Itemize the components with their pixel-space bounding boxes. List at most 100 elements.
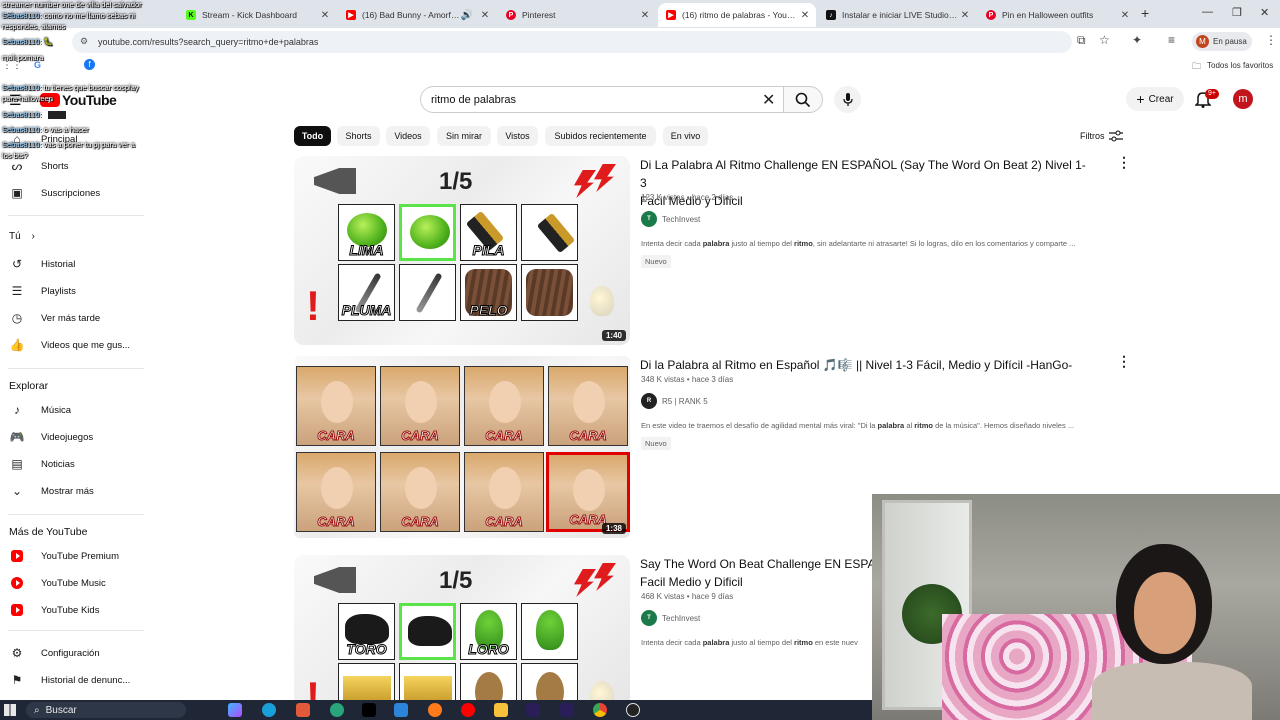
sidebar-item-label: Videos que me gus... — [41, 339, 131, 351]
channel-link[interactable]: R R5 | RANK 5 — [641, 393, 708, 409]
address-bar[interactable]: ⚙ youtube.com/results?search_query=ritmo… — [72, 31, 1072, 53]
profile-button[interactable]: M En pausa — [1192, 32, 1252, 51]
desc-text: En este video te traemos el desafío de a… — [641, 421, 878, 430]
channel-link[interactable]: T TechInvest — [641, 610, 700, 626]
tab-pin-halloween[interactable]: P Pin en Halloween outfits ✕ — [978, 3, 1136, 27]
channel-link[interactable]: T TechInvest — [641, 211, 700, 227]
create-button[interactable]: + Crear — [1126, 87, 1184, 111]
video-thumbnail[interactable]: CARA CARA CARA CARA CARA CARA CARA CARA … — [294, 356, 630, 538]
cast-icon[interactable]: ⧉ — [1077, 33, 1086, 48]
new-tab-button[interactable]: + — [1141, 5, 1149, 21]
chip-vistos[interactable]: Vistos — [497, 126, 538, 146]
close-icon[interactable]: ✕ — [1118, 10, 1132, 21]
firefox-icon[interactable] — [428, 703, 442, 717]
maximize-button[interactable]: ❐ — [1232, 6, 1242, 19]
close-window-button[interactable]: ✕ — [1260, 6, 1269, 19]
clear-search-icon[interactable]: ✕ — [762, 90, 775, 110]
account-avatar[interactable]: m — [1233, 89, 1253, 109]
channel-avatar: T — [641, 211, 657, 227]
search-button[interactable] — [783, 86, 823, 113]
video-thumbnail[interactable]: 1/5 ! LIMA PILA PLUMA PELO 1:40 — [294, 156, 630, 345]
sidebar-item-playlists[interactable]: ☰ Playlists — [0, 278, 145, 304]
video-title[interactable]: Say The Word On Beat Challenge EN ESPAÑO… — [640, 555, 872, 591]
sidebar-item-noticias[interactable]: ▤ Noticias — [0, 451, 145, 477]
more-actions-icon[interactable]: ⋮ — [1117, 154, 1131, 171]
tiktok-icon: ♪ — [826, 10, 836, 20]
search-input[interactable]: ritmo de palabras — [420, 86, 784, 113]
sidebar-item-historial-denuncias[interactable]: ⚑ Historial de denunc... — [0, 667, 145, 693]
chip-videos[interactable]: Videos — [386, 126, 430, 146]
minimize-button[interactable]: — — [1202, 6, 1213, 18]
youtube-app-icon[interactable] — [461, 703, 475, 717]
video-title-line: Say The Word On Beat Challenge EN ESPAÑO… — [640, 557, 872, 571]
sliders-icon — [1108, 130, 1123, 142]
chip-sin-mirar[interactable]: Sin mirar — [437, 126, 491, 146]
sidebar-item-videos-me-gustan[interactable]: 👍 Videos que me gus... — [0, 332, 145, 358]
sidebar-section-tu[interactable]: Tú › — [9, 231, 35, 242]
tab-live-studio[interactable]: ♪ Instalar e iniciar LIVE Studio | C ✕ — [818, 3, 976, 27]
tab-bad-bunny[interactable]: ▶ (16) Bad Bunny - Amorfoda 🔊 ✕ — [338, 3, 496, 27]
card-word: CARA — [317, 514, 356, 530]
media-control-icon[interactable]: ≡ — [1168, 33, 1175, 47]
speaker-icon[interactable]: 🔊 — [460, 10, 474, 21]
close-icon[interactable]: ✕ — [318, 10, 332, 21]
sidebar-item-historial[interactable]: ↺ Historial — [0, 251, 145, 277]
close-icon[interactable]: ✕ — [638, 10, 652, 21]
video-thumbnail[interactable]: 1/5 ! TORO LORO — [294, 555, 630, 700]
after-effects-icon[interactable] — [526, 703, 540, 717]
taskbar-search[interactable]: ⌕ Buscar — [26, 702, 186, 718]
sidebar-item-youtube-premium[interactable]: YouTube Premium — [0, 543, 145, 569]
file-explorer-icon[interactable] — [494, 703, 508, 717]
sidebar-item-configuracion[interactable]: ⚙ Configuración — [0, 640, 145, 666]
chat-nick: Sebas8110 — [2, 140, 40, 149]
chip-shorts[interactable]: Shorts — [337, 126, 380, 146]
thumbs-up-icon: 👍 — [9, 338, 25, 352]
sidebar-item-suscripciones[interactable]: ▣ Suscripciones — [0, 180, 145, 206]
premiere-icon[interactable] — [560, 703, 574, 717]
edge-browser-icon[interactable] — [330, 703, 344, 717]
streamlabs-icon[interactable] — [296, 703, 310, 717]
chrome-icon[interactable] — [593, 703, 607, 717]
all-bookmarks-link[interactable]: Todos los favoritos — [1207, 61, 1273, 70]
tab-kick-dashboard[interactable]: K Stream - Kick Dashboard ✕ — [178, 3, 336, 27]
sidebar-item-youtube-kids[interactable]: YouTube Kids — [0, 597, 145, 623]
windows-start-icon[interactable] — [4, 704, 16, 716]
chat-message: Sebas8110: 🐛 — [2, 37, 53, 46]
chat-nick: Sebas8110 — [2, 37, 40, 46]
url-text: youtube.com/results?search_query=ritmo+d… — [98, 37, 319, 47]
create-label: Crear — [1148, 93, 1174, 105]
close-icon[interactable]: ✕ — [798, 10, 812, 21]
chip-todo[interactable]: Todo — [294, 126, 331, 146]
playlist-icon: ☰ — [11, 284, 23, 298]
picture-card — [521, 204, 578, 261]
obs-icon[interactable] — [626, 703, 640, 717]
tiktok-icon[interactable] — [362, 703, 376, 717]
extensions-icon[interactable]: ✦ — [1132, 33, 1142, 47]
filters-button[interactable]: Filtros — [1080, 130, 1123, 142]
tab-youtube-ritmo[interactable]: ▶ (16) ritmo de palabras - YouTube ✕ — [658, 3, 816, 27]
edge-icon[interactable] — [262, 703, 276, 717]
sidebar-item-videojuegos[interactable]: 🎮 Videojuegos — [0, 424, 145, 450]
chip-en-vivo[interactable]: En vivo — [663, 126, 708, 146]
sidebar-item-musica[interactable]: ♪ Música — [0, 397, 145, 423]
desc-text: justo al tiempo del — [729, 239, 795, 248]
sidebar-item-ver-mas-tarde[interactable]: ◷ Ver más tarde — [0, 305, 145, 331]
sidebar-item-youtube-music[interactable]: YouTube Music — [0, 570, 145, 596]
voice-search-button[interactable] — [834, 86, 861, 113]
close-icon[interactable]: ✕ — [958, 10, 972, 21]
more-actions-icon[interactable]: ⋮ — [1117, 353, 1131, 370]
bookmark-star-icon[interactable]: ☆ — [1099, 33, 1110, 47]
video-duration: 1:40 — [601, 330, 626, 341]
copilot-icon[interactable] — [228, 703, 242, 717]
chat-text: tu tienes que buscar cosplay — [43, 83, 139, 92]
browser-menu-icon[interactable]: ⋮ — [1265, 33, 1277, 47]
close-icon[interactable]: ✕ — [478, 10, 492, 21]
video-title[interactable]: Di la Palabra al Ritmo en Español 🎵🎼 || … — [640, 356, 1090, 374]
profile-initial: M — [1196, 35, 1209, 48]
site-settings-icon[interactable]: ⚙ — [80, 36, 88, 47]
facebook-icon[interactable]: f — [84, 59, 95, 70]
sidebar-item-mostrar-mas[interactable]: ⌄ Mostrar más — [0, 478, 145, 504]
store-icon[interactable] — [394, 703, 408, 717]
tab-pinterest[interactable]: P Pinterest ✕ — [498, 3, 656, 27]
chip-subidos-recientemente[interactable]: Subidos recientemente — [545, 126, 656, 146]
